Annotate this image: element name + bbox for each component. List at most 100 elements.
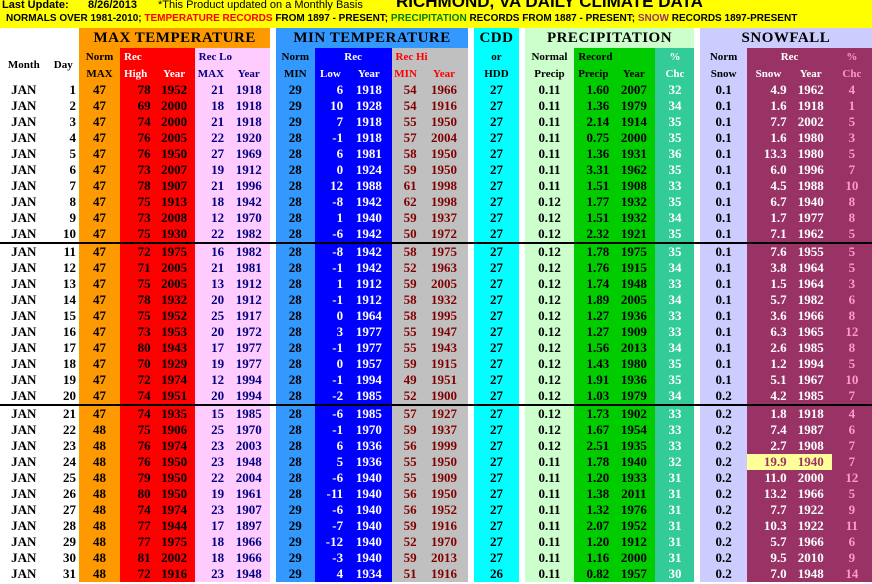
month-cell: JAN [0,276,48,292]
rec-lo-year-cell: 1918 [227,82,271,98]
record-snow-year-cell: 1980 [789,146,832,162]
rec-hi-min-cell: 55 [391,324,420,340]
record-snow-year-cell: 1977 [789,210,832,226]
norm-min-cell: 28 [275,146,315,162]
norm-max-cell: 48 [78,454,121,470]
spreadsheet-window: { "header": { "last_update_label": "Last… [0,0,872,584]
normal-precip-cell: 0.12 [524,404,575,422]
precip-chance-cell: 35 [655,162,695,178]
rec-low-year-cell: 1934 [346,566,392,582]
month-cell: JAN [0,226,48,243]
rec-low-year-cell: 1940 [346,470,392,486]
rec-high-year-cell: 2005 [153,130,195,146]
normal-precip-cell: 0.12 [524,438,575,454]
rec-low-year-cell: 1942 [346,242,392,260]
day-cell: 5 [47,146,79,162]
day-cell: 21 [47,404,79,422]
record-precip-cell: 1.89 [574,292,613,308]
record-snow-year-cell: 2010 [789,550,832,566]
rec-high-year-cell: 1930 [153,226,195,243]
rec-high-cell: 76 [120,130,154,146]
snow-chance-cell: 5 [831,260,872,276]
norm-max-cell: 47 [78,242,121,260]
normal-precip-cell: 0.11 [524,566,575,582]
rec-lo-max-cell: 21 [194,260,228,276]
record-precip-cell: 2.32 [574,226,613,243]
record-precip-year-cell: 1940 [612,454,656,470]
precip-chance-cell: 35 [655,372,695,388]
rec-hi-min-cell: 57 [391,130,420,146]
rec-low-cell: 3 [314,324,347,340]
record-precip-year-cell: 1932 [612,210,656,226]
rec-high-cell: 71 [120,260,154,276]
day-cell: 2 [47,98,79,114]
normal-precip-cell: 0.11 [524,502,575,518]
day-cell: 15 [47,308,79,324]
norm-snow-cell: 0.1 [699,308,748,324]
cdd-hdd-cell: 27 [473,260,520,276]
rec-low-year-cell: 1970 [346,422,392,438]
rec-low-year-cell: 1928 [346,98,392,114]
rec-high-year-cell: 1935 [153,404,195,422]
rec-hi-year-cell: 1999 [419,438,469,454]
month-cell: JAN [0,404,48,422]
record-precip-year-cell: 1957 [612,566,656,582]
rec-hi-min-cell: 52 [391,388,420,405]
record-snow-year-cell: 1908 [789,438,832,454]
normals-period: NORMALS OVER 1981-2010; [6,13,142,24]
rec-high-cell: 70 [120,356,154,372]
rec-low-year-cell: 1940 [346,534,392,550]
rec-lo-max-cell: 19 [194,162,228,178]
rec-lo-max-cell: 21 [194,82,228,98]
rec-lo-max-cell: 17 [194,518,228,534]
month-header: Month [0,48,48,82]
table-row: JAN 6 47 73 2007 19 1912 28 0 1924 59 1950 27 0.11 3.3… [0,162,872,178]
rec-high-year-cell: 1916 [153,566,195,582]
table-row: JAN 15 47 75 1952 25 1917 28 0 1964 58 1995 27 0.12 1.… [0,308,872,324]
record-precip-cell: 1.56 [574,340,613,356]
snow-chance-cell: 3 [831,130,872,146]
normal-precip-cell: 0.12 [524,242,575,260]
rec-low-year-cell: 1940 [346,486,392,502]
norm-max-cell: 48 [78,550,121,566]
rec-hi-min-cell: 58 [391,146,420,162]
normals-precip-label: PRECIPITATION [390,13,467,24]
cdd-hdd-cell: 27 [473,422,520,438]
rec-hi-year-cell: 1916 [419,518,469,534]
record-snow-cell: 7.4 [747,422,790,438]
rec-high-cell: 72 [120,242,154,260]
rec-high-year-cell: 1932 [153,292,195,308]
rec-high-year-cell: 1950 [153,470,195,486]
snow-chance-cell: 3 [831,276,872,292]
month-cell: JAN [0,454,48,470]
normal-precip-cell: 0.12 [524,210,575,226]
record-snow-year-cell: 1964 [789,260,832,276]
record-precip-cell: 1.77 [574,194,613,210]
record-snow-year-cell: 1966 [789,308,832,324]
rec-high-year-cell: 1952 [153,82,195,98]
rec-low-cell: 0 [314,162,347,178]
record-precip-year-cell: 1980 [612,356,656,372]
last-update-label: Last Update: [2,0,69,11]
record-precip-cell: 1.32 [574,502,613,518]
rec-lo-year-cell: 1912 [227,292,271,308]
rec-hi-min-cell: 59 [391,162,420,178]
rec-lo-year-cell: 1969 [227,146,271,162]
hi-min-label: MIN [391,65,420,82]
precip-chance-cell: 31 [655,518,695,534]
normal-precip-cell: 0.11 [524,114,575,130]
month-cell: JAN [0,340,48,356]
precip-chance-cell: 34 [655,260,695,276]
normals-snow-label: SNOW [637,13,669,24]
precip-chance-cell: 35 [655,226,695,243]
norm-max-cell: 47 [78,98,121,114]
rec-hi-min-cell: 52 [391,260,420,276]
norm-snow-cell: 0.1 [699,226,748,243]
record-snow-cell: 1.8 [747,404,790,422]
norm-min-cell: 28 [275,276,315,292]
rec-high-year-cell: 1974 [153,372,195,388]
rec-high-cell: 76 [120,146,154,162]
record-precip-year-cell: 1933 [612,470,656,486]
rec-high-cell: 69 [120,98,154,114]
record-snow-cell: 5.1 [747,372,790,388]
